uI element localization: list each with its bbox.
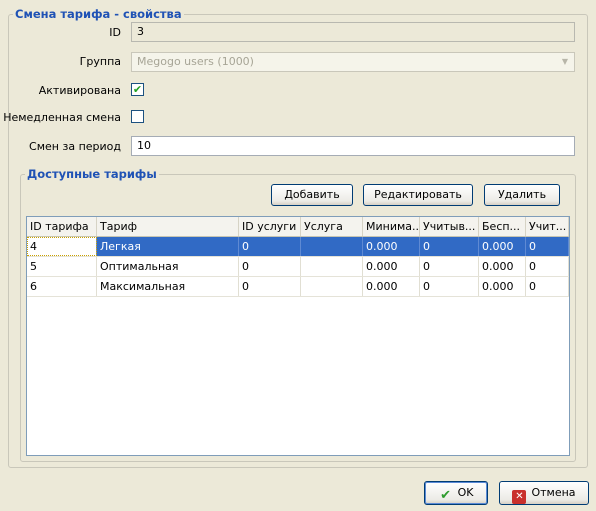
properties-group-title: Смена тарифа - свойства	[13, 7, 184, 21]
cell-count2: 0	[526, 257, 569, 276]
delete-button[interactable]: Удалить	[484, 184, 560, 206]
active-label: Активирована	[38, 84, 121, 97]
cell-count: 0	[420, 277, 479, 296]
tariffs-group-title: Доступные тарифы	[25, 167, 159, 181]
cell-count2: 0	[526, 237, 569, 256]
cell-service	[301, 257, 363, 276]
table-row[interactable]: 5 Оптимальная 0 0.000 0 0.000 0	[27, 257, 569, 277]
active-checkbox[interactable]: ✔	[131, 83, 144, 96]
ok-label: OK	[457, 486, 474, 499]
group-select-value: Megogo users (1000)	[137, 55, 254, 68]
cell-service-id: 0	[239, 237, 301, 256]
add-button[interactable]: Добавить	[271, 184, 353, 206]
cancel-icon: ✕	[512, 490, 527, 504]
cell-service-id: 0	[239, 277, 301, 296]
edit-button[interactable]: Редактировать	[363, 184, 473, 206]
group-label: Группа	[79, 55, 121, 68]
cell-tariff: Максимальная	[97, 277, 239, 296]
cell-free: 0.000	[479, 277, 526, 296]
cell-service-id: 0	[239, 257, 301, 276]
cell-id-tariff: 4	[27, 237, 97, 256]
changes-per-period-field[interactable]: 10	[131, 136, 575, 156]
ok-button[interactable]: ✔ OK	[424, 481, 488, 505]
cell-free: 0.000	[479, 237, 526, 256]
changes-label: Смен за период	[29, 140, 121, 153]
column-header-count2[interactable]: Учит...	[526, 217, 569, 236]
cell-count2: 0	[526, 277, 569, 296]
cell-tariff: Оптимальная	[97, 257, 239, 276]
immediate-label: Немедленная смена	[3, 111, 121, 124]
cell-minimum: 0.000	[363, 277, 420, 296]
id-label: ID	[109, 26, 121, 39]
table-row[interactable]: 6 Максимальная 0 0.000 0 0.000 0	[27, 277, 569, 297]
table-header: ID тарифа Тариф ID услуги Услуга Минима... Уч…	[27, 217, 569, 237]
table-row[interactable]: 4 Легкая 0 0.000 0 0.000 0	[27, 237, 569, 257]
cancel-button[interactable]: ✕ Отмена	[499, 481, 589, 505]
cell-tariff: Легкая	[97, 237, 239, 256]
cell-service	[301, 277, 363, 296]
cell-count: 0	[420, 257, 479, 276]
column-header-service[interactable]: Услуга	[301, 217, 363, 236]
chevron-down-icon: ▼	[561, 57, 569, 66]
cell-free: 0.000	[479, 257, 526, 276]
checkmark-icon: ✔	[132, 83, 143, 96]
column-header-minimum[interactable]: Минима...	[363, 217, 420, 236]
column-header-id-tariff[interactable]: ID тарифа	[27, 217, 97, 236]
cancel-label: Отмена	[531, 486, 576, 499]
cell-minimum: 0.000	[363, 237, 420, 256]
cell-id-tariff: 6	[27, 277, 97, 296]
column-header-count[interactable]: Учитыв...	[420, 217, 479, 236]
column-header-tariff[interactable]: Тариф	[97, 217, 239, 236]
checkmark-icon: ✔	[440, 488, 452, 503]
cell-minimum: 0.000	[363, 257, 420, 276]
cell-service	[301, 237, 363, 256]
group-select[interactable]: Megogo users (1000) ▼	[131, 52, 575, 72]
id-field[interactable]: 3	[131, 22, 575, 42]
cell-id-tariff: 5	[27, 257, 97, 276]
column-header-free[interactable]: Бесп...	[479, 217, 526, 236]
immediate-checkbox[interactable]	[131, 110, 144, 123]
column-header-service-id[interactable]: ID услуги	[239, 217, 301, 236]
cell-count: 0	[420, 237, 479, 256]
tariffs-table[interactable]: ID тарифа Тариф ID услуги Услуга Минима... Уч…	[26, 216, 570, 456]
